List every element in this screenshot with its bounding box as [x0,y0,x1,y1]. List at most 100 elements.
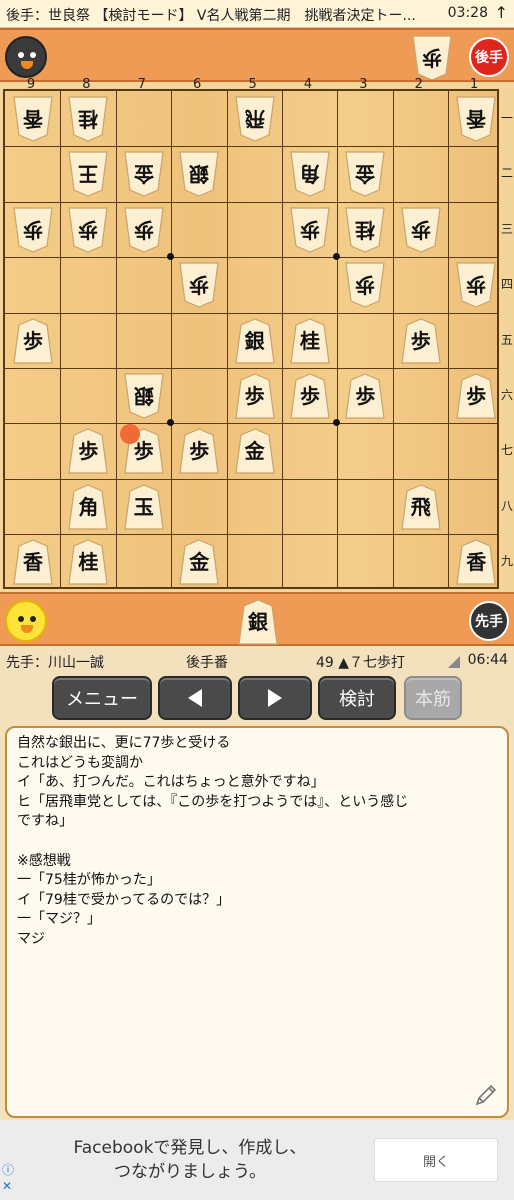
prev-move-button[interactable] [158,676,232,720]
piece-sente[interactable]: 歩 [454,372,498,420]
sente-hand-area: 銀 先手 [0,592,514,646]
piece-gote[interactable]: 歩 [177,261,221,309]
grid-line [392,91,394,587]
piece-label: 歩 [78,439,99,464]
star-point [167,253,175,261]
piece-gote[interactable]: 金 [343,150,387,198]
row-label: 六 [500,388,513,402]
piece-sente[interactable]: 桂 [66,538,110,586]
piece-gote[interactable]: 香 [11,95,55,143]
piece-gote[interactable]: 桂 [343,206,387,254]
piece-label: 桂 [78,107,99,131]
piece-sente[interactable]: 歩 [233,372,277,420]
piece-sente[interactable]: 歩 [11,317,55,365]
piece-label: 香 [23,550,43,575]
ad-icons: ⓘ ✕ [2,1162,14,1194]
piece-gote[interactable]: 歩 [399,206,443,254]
piece-gote[interactable]: 角 [288,150,332,198]
grid-line [5,201,497,203]
comment-box[interactable]: 自然な銀出に、更に77歩と受ける これはどうも変調かイ「あ、打つんだ。これはちょっ… [5,726,509,1118]
piece-gote[interactable]: 銀 [177,150,221,198]
piece-sente[interactable]: 歩 [177,427,221,475]
shogi-board[interactable]: 香桂飛香王金銀角金歩歩歩歩桂歩歩歩歩歩銀桂歩銀歩歩歩歩歩歩歩金角玉飛香桂金香 [3,89,499,589]
next-move-button[interactable] [238,676,312,720]
gote-hand-piece[interactable]: 歩 [410,34,454,82]
piece-sente[interactable]: 歩 [66,427,110,475]
piece-sente[interactable]: 角 [66,483,110,531]
piece-label: 桂 [300,328,320,353]
piece-gote[interactable]: 香 [454,95,498,143]
row-label: 二 [500,166,513,181]
piece-sente[interactable]: 香 [454,538,498,586]
piece-gote[interactable]: 歩 [288,206,332,254]
piece-sente[interactable]: 歩 [343,372,387,420]
analyze-button[interactable]: 検討 [318,676,396,720]
piece-sente[interactable]: 銀 [233,317,277,365]
ad-text: Facebookで発見し、作成し、 つながりましょう。 [40,1136,340,1184]
piece-sente[interactable]: 歩 [399,317,443,365]
piece-label: 玉 [133,494,154,519]
upload-arrow-icon[interactable]: ↑ [495,3,508,22]
comment-text: 自然な銀出に、更に77歩と受ける これはどうも変調かイ「あ、打つんだ。これはちょっ… [17,734,497,950]
mainline-button[interactable]: 本筋 [404,676,462,720]
signal-icon [448,656,460,668]
ad-info-icon[interactable]: ⓘ [2,1162,14,1178]
piece-label: 歩 [410,217,431,242]
left-arrow-icon [188,689,202,707]
current-move: 49 ▲７七歩打 [316,655,406,671]
row-label: 四 [500,277,513,292]
piece-label: 金 [355,162,376,187]
piece-label: 飛 [244,107,265,131]
piece-gote[interactable]: 歩 [343,261,387,309]
piece-gote[interactable]: 銀 [122,372,166,420]
piece-gote[interactable]: 飛 [233,95,277,143]
turn-indicator: 後手番 [186,655,228,671]
piece-label: 銀 [248,610,268,634]
piece-gote[interactable]: 歩 [11,206,55,254]
grid-line [226,91,228,587]
comment-line: 一「75桂が怖かった」 [17,872,161,889]
grid-line [337,91,339,587]
piece-label: 歩 [466,273,487,298]
ad-banner[interactable]: Facebookで発見し、作成し、 つながりましょう。 開く [0,1120,514,1200]
piece-label: 歩 [244,384,265,408]
ad-close-icon[interactable]: ✕ [2,1178,14,1194]
ad-text-line1: Facebookで発見し、作成し、 [73,1138,307,1158]
piece-gote[interactable]: 歩 [122,206,166,254]
sente-hand-piece[interactable]: 銀 [236,598,280,646]
piece-sente[interactable]: 歩 [288,372,332,420]
grid-line [5,478,497,480]
piece-label: 香 [23,107,43,131]
comment-line [17,832,497,852]
piece-sente[interactable]: 玉 [122,483,166,531]
piece-gote[interactable]: 桂 [66,95,110,143]
piece-label: 銀 [133,384,154,408]
piece-gote[interactable]: 歩 [66,206,110,254]
gote-badge: 後手 [469,37,509,77]
grid-line [60,91,62,587]
pencil-icon[interactable] [473,1082,499,1108]
comment-line: 自然な銀出に、更に77歩と受ける [17,735,231,751]
row-label: 五 [500,332,513,347]
piece-sente[interactable]: 金 [177,538,221,586]
ad-open-button[interactable]: 開く [374,1138,498,1182]
comment-line: イ「あ、打つんだ。これはちょっと意外ですね」 [17,774,325,791]
game-title: 後手：世良祭 【検討モード】 V名人戦第二期 挑戦者決定トー... [6,8,416,24]
piece-sente[interactable]: 桂 [288,317,332,365]
piece-label: 歩 [355,273,376,298]
elapsed-clock: 06:44 [467,652,508,668]
piece-label: 歩 [133,439,154,464]
piece-sente[interactable]: 金 [233,427,277,475]
piece-sente[interactable]: 飛 [399,483,443,531]
piece-gote[interactable]: 歩 [454,261,498,309]
piece-gote[interactable]: 王 [66,150,110,198]
menu-button[interactable]: メニュー [52,676,152,720]
piece-sente[interactable]: 香 [11,538,55,586]
piece-label: 香 [466,107,487,131]
grid-line [5,312,497,314]
star-point [167,419,175,427]
toolbar: メニュー 検討 本筋 [0,676,514,722]
piece-gote[interactable]: 金 [122,150,166,198]
piece-label: 歩 [300,217,320,242]
comment-line: これはどうも変調か [17,754,143,771]
